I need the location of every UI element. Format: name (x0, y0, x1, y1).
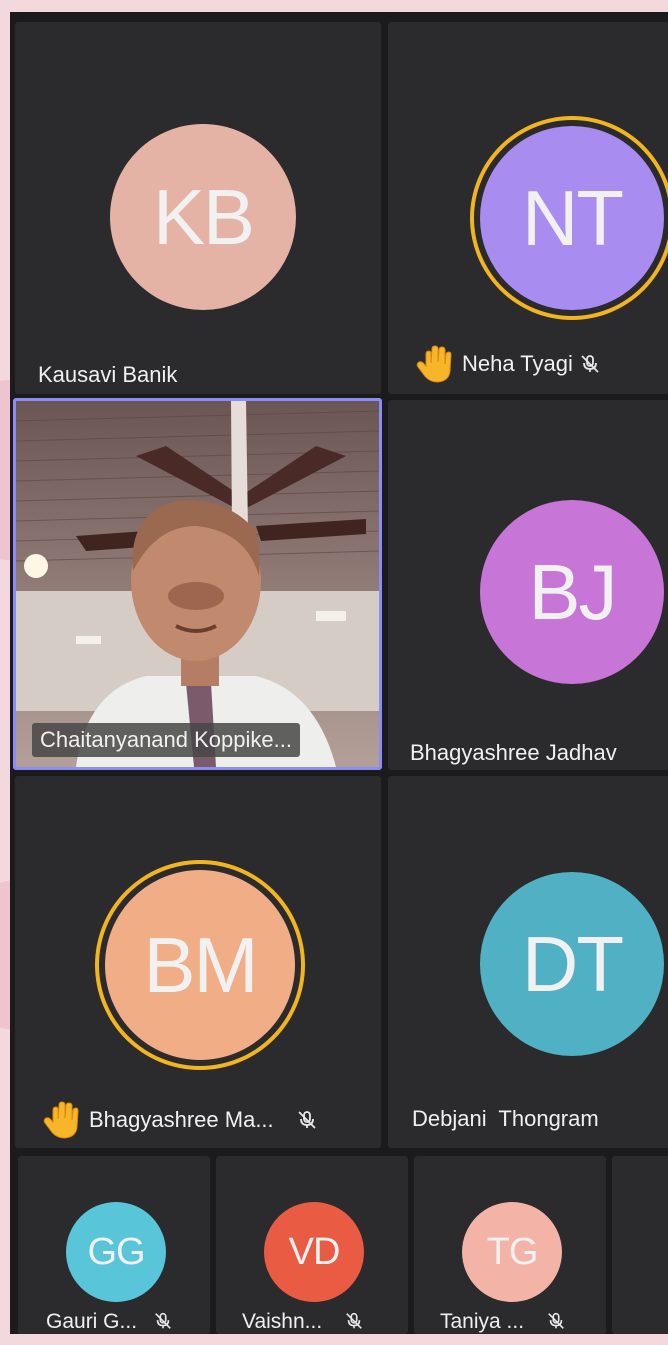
participant-name: Bhagyashree Jadhav (410, 740, 617, 765)
participant-name: Vaishn... (242, 1310, 366, 1334)
participant-video-feed (16, 401, 379, 767)
mic-muted-icon (153, 1311, 175, 1333)
participant-name: Debjani Thongram (412, 1106, 599, 1131)
mic-muted-icon (579, 353, 601, 375)
participant-avatar: DT (480, 872, 664, 1056)
participant-tile-bhagyashree-ma[interactable]: BM Bhagyashree Ma... (15, 776, 381, 1148)
mic-muted-icon (546, 1311, 568, 1333)
participant-avatar: GG (66, 1202, 166, 1302)
participant-name: Chaitanyanand Koppike... (32, 723, 300, 757)
participant-name: Taniya ... (440, 1310, 568, 1334)
participant-tile-neha-tyagi[interactable]: NT Neha Tyagi (388, 22, 668, 394)
participant-name: Neha Tyagi (416, 344, 601, 384)
raised-hand-icon (43, 1100, 83, 1140)
raised-hand-icon (416, 344, 456, 384)
participant-tile-debjani-thongram[interactable]: DT Debjani Thongram (388, 776, 668, 1148)
mic-muted-icon (344, 1311, 366, 1333)
participant-tile-gauri-g[interactable]: GG Gauri G... (18, 1156, 210, 1334)
participant-name: Gauri G... (46, 1310, 175, 1334)
participant-tile-kausavi-banik[interactable]: KB Kausavi Banik (15, 22, 381, 394)
participant-avatar: BM (105, 870, 295, 1060)
participant-avatar: KB (110, 124, 296, 310)
participant-tile-vaishn[interactable]: VD Vaishn... (216, 1156, 408, 1334)
participant-avatar: NT (480, 126, 664, 310)
participant-name: Kausavi Banik (38, 362, 178, 387)
participant-tile-video-chaitanyanand[interactable]: Chaitanyanand Koppike... (13, 398, 382, 770)
mic-muted-icon (296, 1109, 318, 1131)
participant-name: Bhagyashree Ma... (43, 1100, 318, 1140)
participant-tile-overflow[interactable] (612, 1156, 668, 1334)
participant-tile-bhagyashree-jadhav[interactable]: BJ Bhagyashree Jadhav (388, 400, 668, 770)
participant-avatar: TG (462, 1202, 562, 1302)
video-call-grid: KB Kausavi Banik NT Neha Tyagi Chaitanya… (10, 12, 668, 1334)
participant-avatar: BJ (480, 500, 664, 684)
participant-avatar: VD (264, 1202, 364, 1302)
participant-tile-taniya[interactable]: TG Taniya ... (414, 1156, 606, 1334)
